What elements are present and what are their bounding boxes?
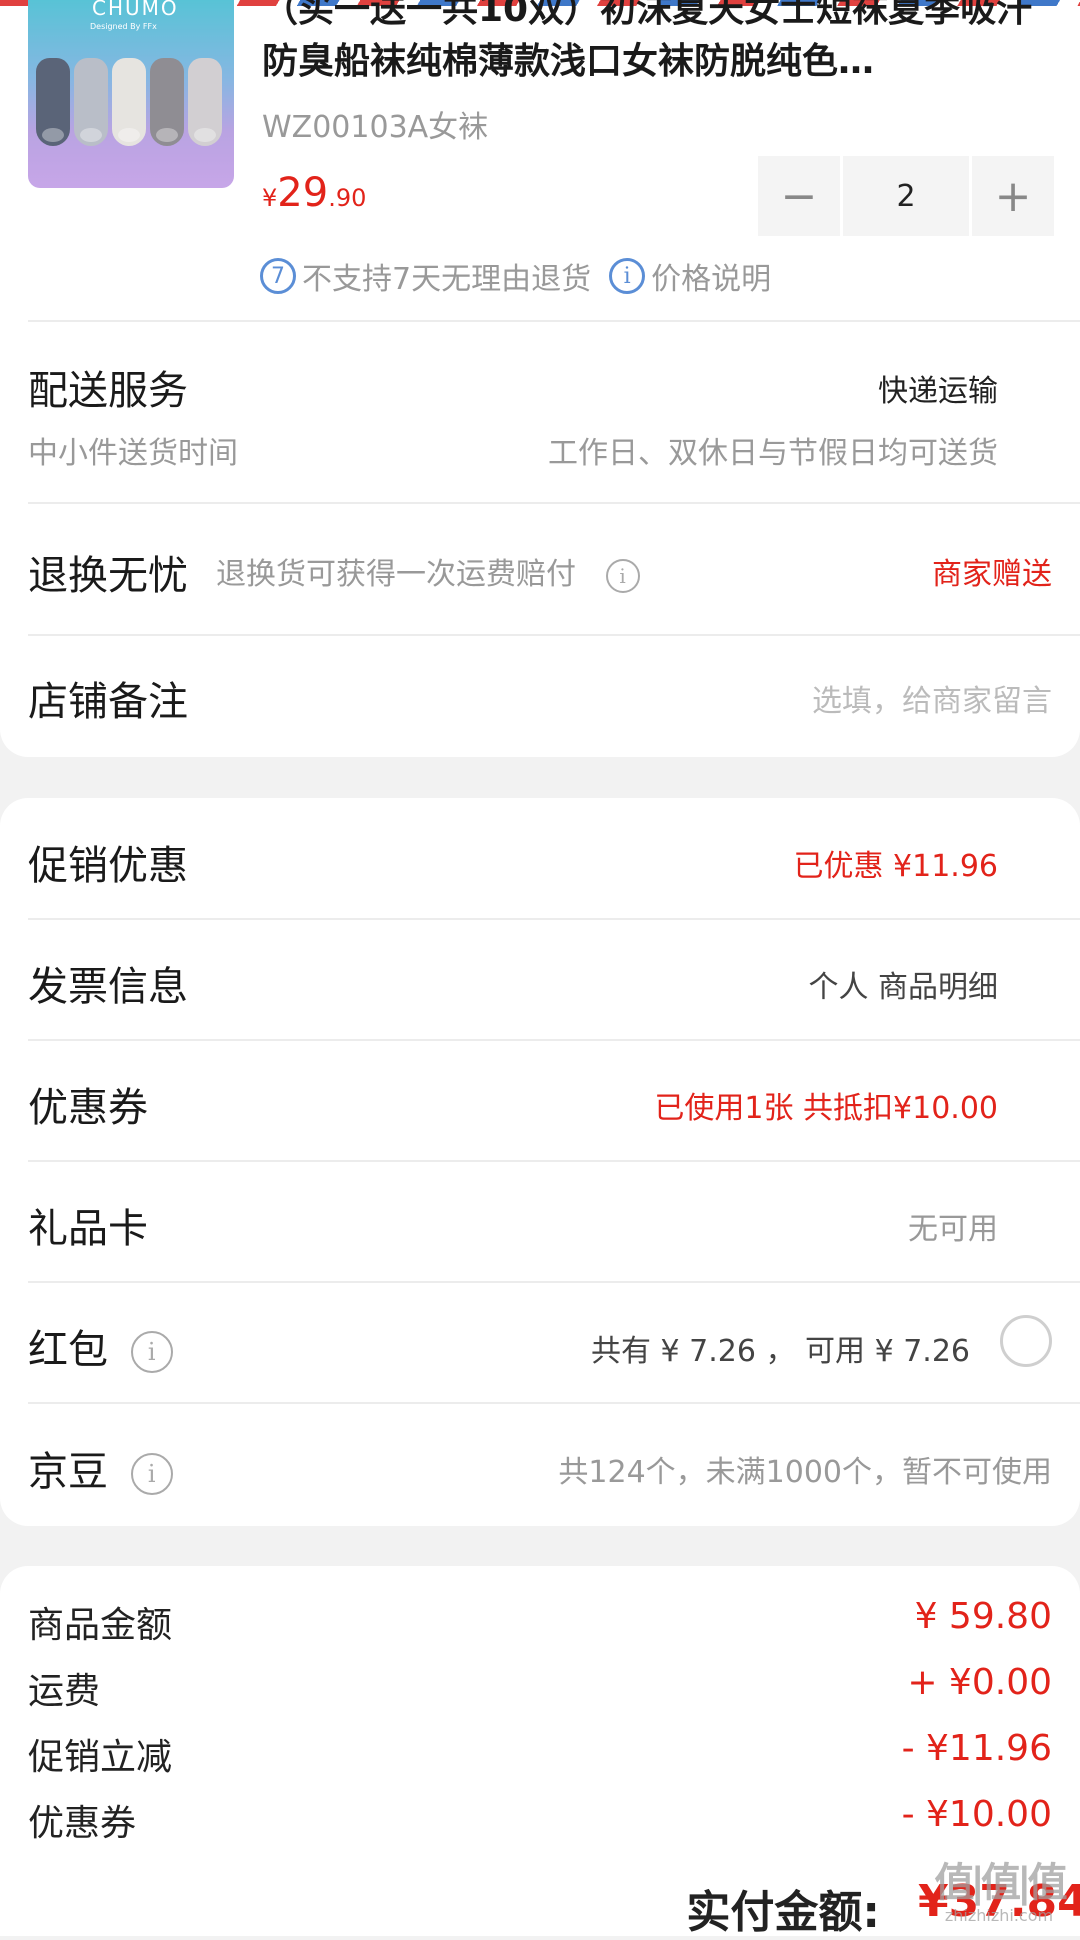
- promotions-value[interactable]: 已优惠 ¥11.96: [793, 841, 998, 885]
- store-note-input[interactable]: 选填，给商家留言: [812, 676, 1052, 720]
- price-currency: ¥: [262, 184, 278, 212]
- divider: [28, 1160, 1080, 1162]
- product-title[interactable]: （买一送一共10双）初沫夏天女士短袜夏季吸汗防臭船袜纯棉薄款浅口女袜防脱纯色…: [262, 0, 1052, 88]
- gift-card-title: 礼品卡: [28, 1206, 148, 1252]
- no-return-icon: 7: [260, 258, 296, 294]
- price-decimal: .90: [328, 184, 367, 212]
- red-packet-title: 红包 i: [28, 1317, 173, 1375]
- invoice-value[interactable]: 个人 商品明细: [808, 962, 998, 1006]
- store-note-title: 店铺备注: [28, 679, 188, 725]
- red-packet-radio[interactable]: [1000, 1315, 1052, 1367]
- delivery-title: 配送服务: [28, 368, 188, 414]
- summary-value: + ¥0.00: [907, 1662, 1052, 1703]
- summary-label: 运费: [28, 1671, 101, 1712]
- site-watermark: 值|值|值 zhizhizhi.com: [934, 1860, 1067, 1930]
- divider: [28, 1402, 1080, 1404]
- divider: [28, 918, 1080, 920]
- watermark-text: zhizhizhi.com: [944, 1906, 1054, 1925]
- jd-beans-label: 京豆: [28, 1449, 108, 1495]
- divider: [28, 1281, 1080, 1283]
- summary-value: ¥ 59.80: [914, 1596, 1052, 1637]
- red-packet-value: 共有 ¥ 7.26 ， 可用 ¥ 7.26: [591, 1334, 970, 1369]
- gift-card-value[interactable]: 无可用: [908, 1204, 998, 1248]
- return-worry-free-desc-text: 退换货可获得一次运费赔付: [216, 557, 576, 592]
- jd-beans-value: 共124个，未满1000个，暂不可使用: [558, 1455, 1052, 1490]
- coupon-value[interactable]: 已使用1张 共抵扣¥10.00: [654, 1083, 998, 1127]
- delivery-method[interactable]: 快递运输: [878, 366, 998, 410]
- return-worry-free-value: 商家赠送: [932, 557, 1052, 592]
- price-note-link[interactable]: 价格说明: [651, 254, 771, 298]
- product-card: CHUMO Designed By FFx （买一送一共10双）初沫夏天女士短袜…: [0, 0, 1080, 757]
- summary-label: 促销立减: [28, 1737, 173, 1778]
- summary-label: 优惠券: [28, 1803, 137, 1844]
- product-thumbnail[interactable]: CHUMO Designed By FFx: [28, 0, 234, 188]
- product-price: ¥29.90: [262, 170, 366, 216]
- price-integer: 29: [277, 170, 329, 216]
- divider: [28, 502, 1080, 504]
- brand-tagline: Designed By FFx: [90, 22, 157, 31]
- quantity-stepper[interactable]: − 2 +: [758, 156, 1054, 236]
- divider: [28, 320, 1080, 322]
- sock-image: [150, 58, 184, 146]
- service-tags: 7 不支持7天无理由退货 i 价格说明: [260, 254, 771, 298]
- info-icon[interactable]: i: [130, 1453, 173, 1495]
- red-packet-label: 红包: [28, 1327, 108, 1373]
- increase-quantity-button[interactable]: +: [972, 156, 1054, 236]
- delivery-time-value: 工作日、双休日与节假日均可送货: [548, 436, 998, 471]
- summary-label: 商品金额: [28, 1605, 173, 1646]
- brand-logo: CHUMO: [92, 0, 179, 20]
- divider: [28, 634, 1080, 636]
- info-icon[interactable]: i: [605, 558, 640, 593]
- product-sku: WZ00103A女袜: [262, 110, 489, 145]
- quantity-value[interactable]: 2: [840, 156, 972, 236]
- coupon-title: 优惠券: [28, 1085, 148, 1131]
- return-worry-free-desc: 退换货可获得一次运费赔付 i: [216, 549, 640, 593]
- decrease-quantity-button[interactable]: −: [758, 156, 840, 236]
- total-label: 实付金额:: [686, 1887, 880, 1938]
- sock-image: [36, 58, 70, 146]
- info-icon[interactable]: i: [609, 258, 646, 294]
- divider: [28, 1039, 1080, 1041]
- summary-value: - ¥11.96: [901, 1728, 1052, 1769]
- summary-value: - ¥10.00: [901, 1794, 1052, 1835]
- no-return-text: 不支持7天无理由退货: [302, 262, 592, 297]
- sock-image: [112, 58, 146, 146]
- return-worry-free-title: 退换无忧: [28, 553, 188, 599]
- sock-image: [188, 58, 222, 146]
- promotions-title: 促销优惠: [28, 843, 188, 889]
- info-icon[interactable]: i: [130, 1331, 173, 1373]
- discount-card: [0, 798, 1080, 1526]
- jd-beans-title: 京豆 i: [28, 1439, 173, 1497]
- delivery-time-label: 中小件送货时间: [28, 436, 238, 471]
- sock-image: [74, 58, 108, 146]
- invoice-title: 发票信息: [28, 964, 188, 1010]
- watermark-mark: 值|值|值: [934, 1860, 1067, 1906]
